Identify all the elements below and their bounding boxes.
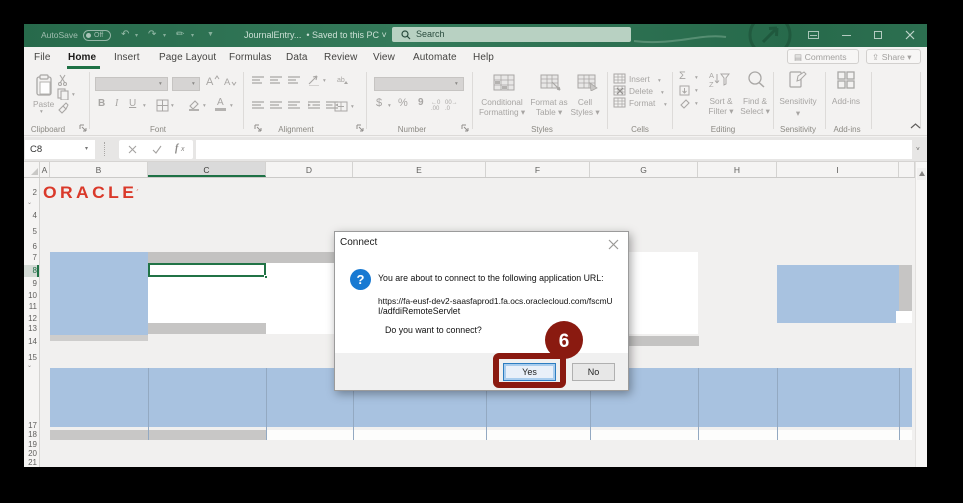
svg-text:.0: .0 [445,106,451,111]
svg-text:ab: ab [337,77,345,84]
svg-text:Z: Z [709,80,714,88]
svg-text:.00: .00 [431,106,440,111]
svg-text:A: A [709,71,714,80]
